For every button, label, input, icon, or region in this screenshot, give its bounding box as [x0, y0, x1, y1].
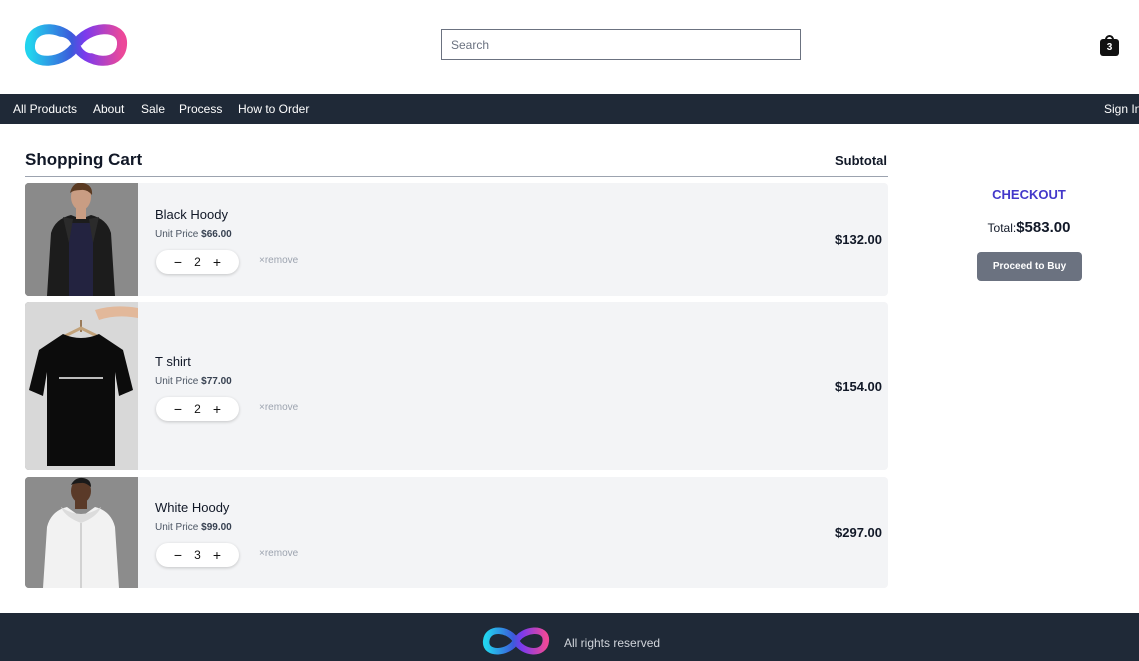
remove-button[interactable]: ×remove [259, 402, 298, 413]
quantity-stepper: − 2 + [156, 397, 239, 421]
quantity-value: 3 [194, 548, 201, 562]
quantity-stepper: − 3 + [156, 543, 239, 567]
cart-item: Black Hoody Unit Price $66.00 − 2 + ×rem… [25, 183, 888, 296]
order-total: Total:$583.00 [959, 219, 1099, 237]
product-name[interactable]: T shirt [155, 354, 191, 369]
decrement-button[interactable]: − [166, 543, 190, 567]
subtotal-column-label: Subtotal [835, 153, 887, 168]
remove-button[interactable]: ×remove [259, 255, 298, 266]
cart-title: Shopping Cart [25, 150, 143, 169]
checkout-title: CHECKOUT [992, 187, 1066, 202]
total-label: Total: [987, 221, 1017, 235]
unit-price-value: $66.00 [201, 229, 232, 240]
quantity-value: 2 [194, 255, 201, 269]
cart-item: T shirt Unit Price $77.00 − 2 + ×remove … [25, 302, 888, 470]
infinity-logo[interactable] [22, 18, 130, 72]
unit-price: Unit Price $99.00 [155, 522, 232, 533]
decrement-button[interactable]: − [166, 250, 190, 274]
remove-label: remove [264, 548, 299, 559]
unit-price-value: $77.00 [201, 376, 232, 387]
unit-price-label: Unit Price [155, 376, 199, 387]
remove-button[interactable]: ×remove [259, 548, 298, 559]
product-name[interactable]: Black Hoody [155, 207, 228, 222]
total-value: $583.00 [1016, 219, 1071, 236]
header: 3 [0, 0, 1139, 94]
decrement-button[interactable]: − [166, 397, 190, 421]
cart-item: White Hoody Unit Price $99.00 − 3 + ×rem… [25, 477, 888, 588]
search-input[interactable] [441, 29, 801, 60]
cart-icon[interactable]: 3 [1100, 35, 1119, 56]
cart-divider [25, 176, 888, 177]
unit-price: Unit Price $66.00 [155, 229, 232, 240]
footer: All rights reserved [0, 613, 1139, 661]
item-subtotal: $154.00 [835, 379, 882, 394]
product-image-black-hoody[interactable] [25, 183, 138, 296]
nav-item-sale[interactable]: Sale [141, 94, 165, 124]
nav-item-how-to-order[interactable]: How to Order [238, 94, 309, 124]
sign-in-link[interactable]: Sign In [1104, 94, 1139, 124]
unit-price-label: Unit Price [155, 229, 199, 240]
proceed-to-buy-button[interactable]: Proceed to Buy [977, 252, 1082, 281]
product-name[interactable]: White Hoody [155, 500, 229, 515]
nav-item-about[interactable]: About [93, 94, 124, 124]
cart-count-badge: 3 [1106, 42, 1113, 53]
nav-bar: All Products About Sale Process How to O… [0, 94, 1139, 124]
footer-copyright: All rights reserved [564, 636, 661, 650]
item-subtotal: $132.00 [835, 232, 882, 247]
quantity-stepper: − 2 + [156, 250, 239, 274]
increment-button[interactable]: + [205, 397, 229, 421]
unit-price: Unit Price $77.00 [155, 376, 232, 387]
remove-label: remove [264, 402, 299, 413]
unit-price-value: $99.00 [201, 522, 232, 533]
product-image-white-hoody[interactable] [25, 477, 138, 588]
nav-item-all-products[interactable]: All Products [13, 94, 77, 124]
remove-label: remove [264, 255, 299, 266]
quantity-value: 2 [194, 402, 201, 416]
nav-item-process[interactable]: Process [179, 94, 222, 124]
footer-infinity-logo [482, 627, 550, 655]
increment-button[interactable]: + [205, 543, 229, 567]
increment-button[interactable]: + [205, 250, 229, 274]
product-image-t-shirt[interactable] [25, 302, 138, 470]
item-subtotal: $297.00 [835, 525, 882, 540]
unit-price-label: Unit Price [155, 522, 199, 533]
